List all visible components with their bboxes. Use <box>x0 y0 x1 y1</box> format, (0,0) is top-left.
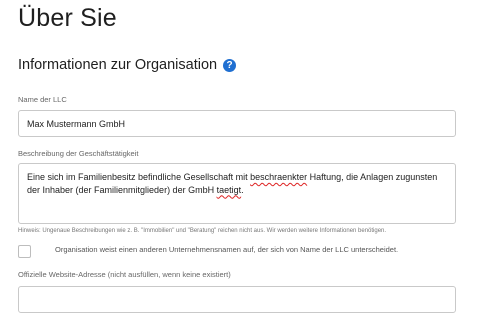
help-icon[interactable]: ? <box>223 58 237 72</box>
website-input[interactable] <box>18 286 456 313</box>
different-name-label[interactable]: Organisation weist einen anderen Unterne… <box>55 245 398 254</box>
description-text-part: Eine sich im Familienbesitz befindliche … <box>27 172 251 182</box>
section-title: Informationen zur Organisation <box>18 57 218 73</box>
different-name-row: Organisation weist einen anderen Unterne… <box>18 245 398 258</box>
description-hint: Hinweis: Ungenaue Beschreibungen wie z. … <box>18 228 387 234</box>
website-label: Offizielle Website-Adresse (nicht ausfül… <box>18 270 231 279</box>
misspelled-word: beschraenkter <box>250 172 308 182</box>
description-text-part: . <box>241 184 244 195</box>
business-description-label: Beschreibung der Geschäftstätigkeit <box>18 149 139 158</box>
misspelled-word: taetigt <box>216 184 242 195</box>
about-you-page: Über Sie Informationen zur Organisation … <box>0 0 483 333</box>
page-title: Über Sie <box>18 4 117 32</box>
llc-name-label: Name der LLC <box>18 95 67 104</box>
llc-name-input[interactable]: Max Mustermann GmbH <box>18 110 456 137</box>
section-header: Informationen zur Organisation ? <box>18 57 237 73</box>
different-name-checkbox[interactable] <box>18 245 31 258</box>
business-description-textarea[interactable]: Eine sich im Familienbesitz befindliche … <box>18 163 456 224</box>
